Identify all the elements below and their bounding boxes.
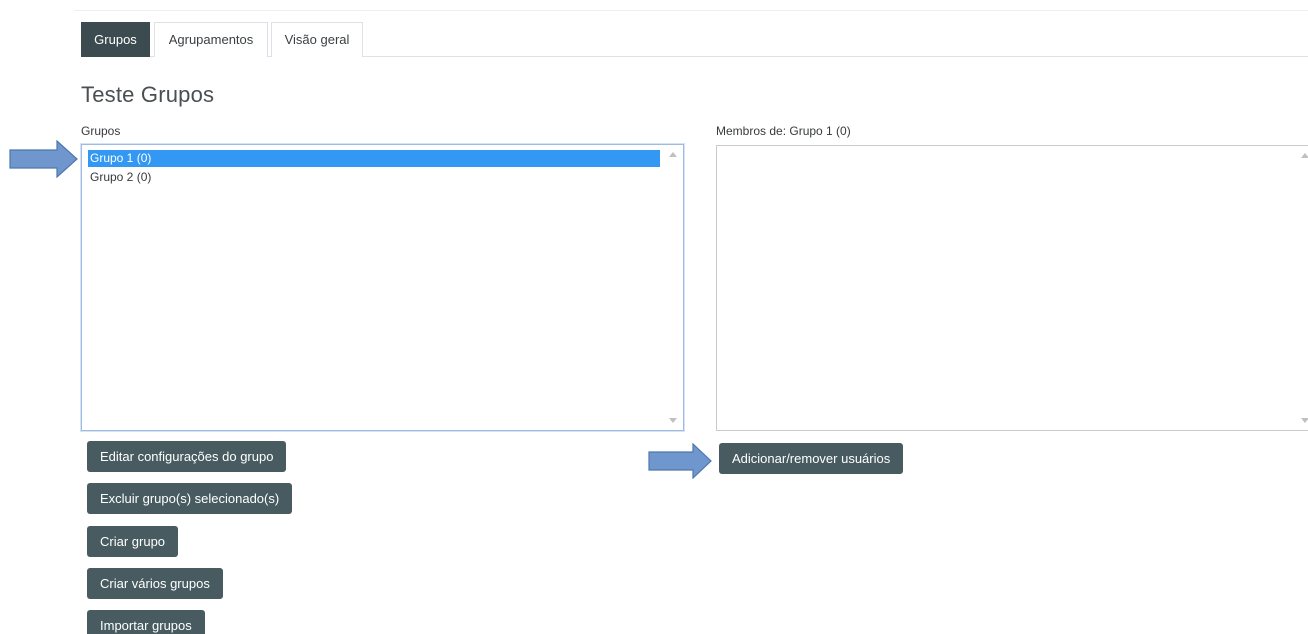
scroll-up-icon[interactable]	[669, 152, 677, 157]
scroll-down-icon[interactable]	[1301, 418, 1308, 423]
create-many-groups-button[interactable]: Criar vários grupos	[87, 568, 223, 599]
groups-label: Grupos	[81, 124, 121, 138]
group-option[interactable]: Grupo 1 (0)	[88, 150, 660, 167]
group-option[interactable]: Grupo 2 (0)	[88, 169, 288, 186]
scroll-up-icon[interactable]	[1301, 153, 1308, 158]
members-scrollbar[interactable]	[1297, 147, 1308, 429]
right-arrow-icon	[648, 443, 712, 479]
page-title: Teste Grupos	[81, 82, 215, 107]
scroll-down-icon[interactable]	[669, 418, 677, 423]
members-label: Membros de: Grupo 1 (0)	[716, 124, 851, 138]
tab-grupos[interactable]: Grupos	[81, 22, 150, 57]
members-listbox[interactable]	[716, 145, 1308, 431]
tab-visao-geral[interactable]: Visão geral	[271, 22, 363, 57]
add-remove-users-button[interactable]: Adicionar/remover usuários	[719, 443, 904, 474]
import-groups-button[interactable]: Importar grupos	[87, 610, 205, 634]
groups-listbox[interactable]: Grupo 1 (0) Grupo 2 (0)	[81, 144, 684, 431]
tab-agrupamentos[interactable]: Agrupamentos	[154, 22, 268, 57]
right-arrow-icon	[9, 140, 78, 178]
top-divider	[74, 10, 1308, 11]
delete-selected-groups-button[interactable]: Excluir grupo(s) selecionado(s)	[87, 483, 293, 514]
create-group-button[interactable]: Criar grupo	[87, 526, 179, 557]
edit-group-settings-button[interactable]: Editar configurações do grupo	[87, 441, 287, 472]
arrow-shape	[9, 140, 78, 178]
groups-scrollbar[interactable]	[665, 146, 682, 429]
arrow-shape	[648, 443, 712, 479]
page: Grupos Agrupamentos Visão geral Teste Gr…	[0, 0, 1308, 634]
tab-bar: Grupos Agrupamentos Visão geral	[81, 22, 1308, 57]
